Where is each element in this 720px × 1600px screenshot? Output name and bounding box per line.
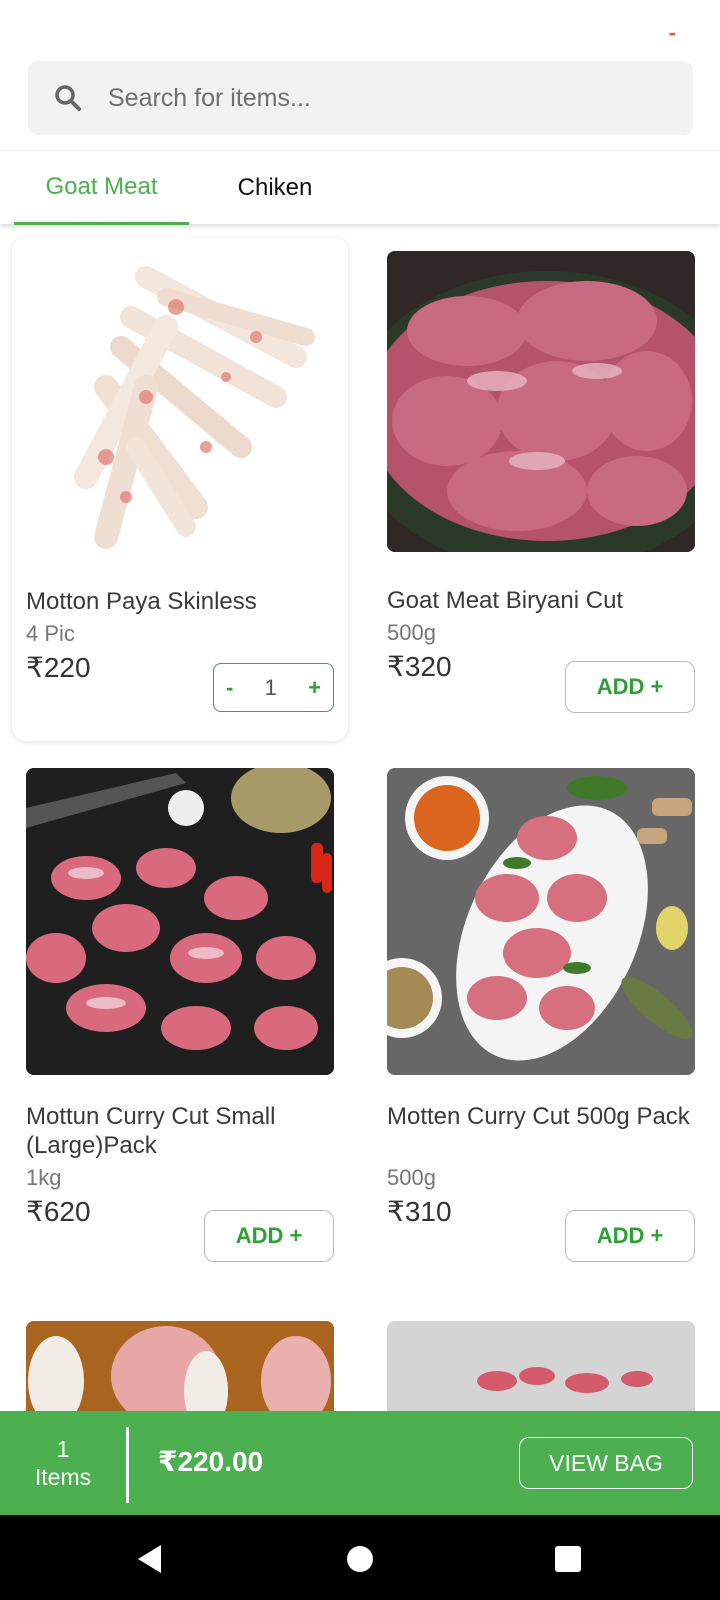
product-quantity: 4 Pic [26, 621, 75, 646]
quantity-stepper: - 1 + [213, 663, 334, 712]
cart-summary-bar: 1 Items ₹220.00 VIEW BAG [0, 1411, 720, 1515]
product-image [387, 1321, 695, 1411]
view-bag-button[interactable]: VIEW BAG [519, 1437, 693, 1489]
product-name: Goat Meat Biryani Cut [387, 587, 624, 614]
increase-button[interactable]: + [308, 675, 321, 701]
tab-goat-meat[interactable]: Goat Meat [14, 151, 189, 225]
product-card[interactable] [373, 1321, 709, 1411]
product-price: ₹220 [26, 652, 91, 683]
system-nav-bar [0, 1515, 720, 1600]
product-image [387, 768, 695, 1075]
product-card[interactable]: Mottun Curry Cut Small (Large)Pack 1kg ₹… [12, 768, 348, 1278]
category-tabs: Goat Meat Chiken [0, 150, 720, 225]
status-indicator: - [668, 20, 676, 45]
recents-icon[interactable] [548, 1539, 588, 1579]
add-to-cart-button[interactable]: ADD + [565, 1210, 695, 1262]
product-quantity: 500g [387, 620, 436, 645]
cart-total: ₹220.00 [158, 1446, 264, 1477]
quantity-value: 1 [264, 674, 277, 700]
product-price: ₹620 [26, 1196, 91, 1227]
search-input[interactable] [108, 83, 648, 113]
product-price: ₹310 [387, 1196, 452, 1227]
cart-item-count: 1 Items [18, 1435, 108, 1491]
add-to-cart-button[interactable]: ADD + [565, 661, 695, 713]
add-to-cart-button[interactable]: ADD + [204, 1210, 334, 1262]
product-image [387, 251, 695, 552]
divider [126, 1427, 129, 1503]
product-image [26, 247, 334, 553]
product-card[interactable] [12, 1321, 348, 1411]
top-bar: - [0, 0, 720, 60]
product-grid: Motton Paya Skinless 4 Pic ₹220 - 1 + Go… [0, 236, 720, 1411]
search-bar[interactable] [28, 61, 693, 135]
product-card[interactable]: Goat Meat Biryani Cut 500g ₹320 ADD + [373, 236, 709, 741]
product-name: Mottun Curry Cut Small (Large)Pack [26, 1103, 276, 1159]
product-card[interactable]: Motton Paya Skinless 4 Pic ₹220 - 1 + [12, 237, 348, 741]
cart-count: 1 [56, 1436, 70, 1462]
product-card[interactable]: Motten Curry Cut 500g Pack 500g ₹310 ADD… [373, 768, 709, 1278]
search-icon [28, 84, 108, 112]
home-icon[interactable] [340, 1539, 380, 1579]
back-icon[interactable] [130, 1539, 170, 1579]
product-price: ₹320 [387, 651, 452, 682]
decrease-button[interactable]: - [226, 675, 233, 701]
product-image [26, 1321, 334, 1411]
cart-items-label: Items [34, 1464, 92, 1490]
product-name: Motten Curry Cut 500g Pack [387, 1103, 690, 1130]
tab-chiken[interactable]: Chiken [200, 151, 350, 225]
product-image [26, 768, 334, 1075]
product-quantity: 500g [387, 1165, 436, 1190]
product-name: Motton Paya Skinless [26, 588, 257, 615]
product-quantity: 1kg [26, 1165, 62, 1190]
